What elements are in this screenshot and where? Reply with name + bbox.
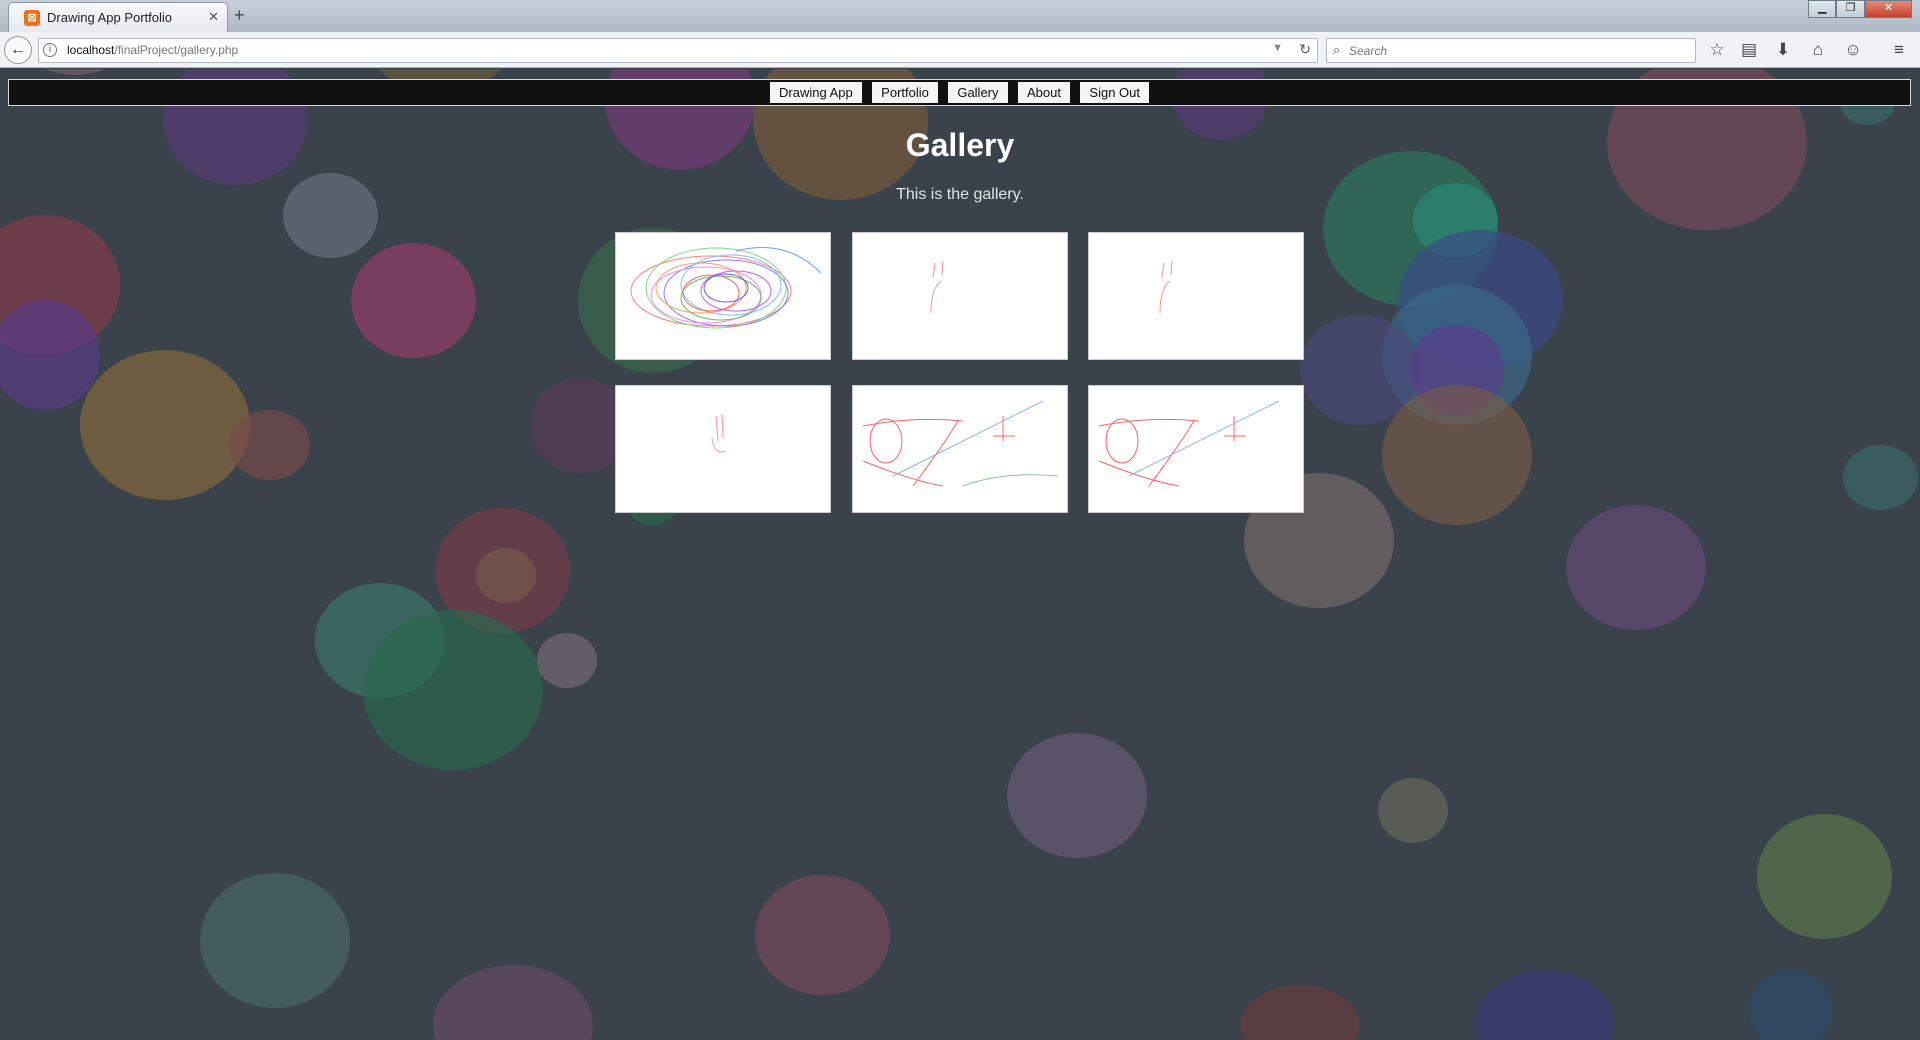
sketch-drawing [711,413,727,453]
browser-titlebar: ⊠ Drawing App Portfolio ✕ + ▁ ❐ ✕ [0,0,1920,32]
history-dropdown-icon[interactable]: ▼ [1272,42,1283,54]
new-tab-icon[interactable]: + [234,5,245,26]
url-bar[interactable]: i localhost/finalProject/gallery.php ▼ ↻ [38,38,1318,63]
background-bubble [350,242,476,358]
background-bubble [476,547,536,603]
background-bubble [1475,970,1615,1040]
nav-portfolio[interactable]: Portfolio [872,82,938,103]
restore-icon[interactable]: ❐ [1836,0,1865,18]
bookmark-star-icon[interactable]: ☆ [1706,40,1728,60]
gallery-thumbnail-2[interactable] [852,232,1068,360]
tab-title: Drawing App Portfolio [47,10,173,25]
menu-icon[interactable]: ≡ [1888,40,1910,60]
browser-tab[interactable]: ⊠ Drawing App Portfolio ✕ [8,2,228,32]
home-icon[interactable]: ⌂ [1807,40,1829,60]
page-intro: This is the gallery. [896,186,1024,203]
background-bubble [15,69,135,75]
background-bubble [1240,985,1360,1040]
background-bubble [754,875,890,995]
nav-gallery[interactable]: Gallery [948,82,1008,103]
sketch-drawing [930,260,944,314]
window-controls: ▁ ❐ ✕ [1808,0,1912,18]
url-host: localhost [67,43,115,57]
nav-sign-out[interactable]: Sign Out [1080,82,1149,103]
globe-icon: i [43,43,57,57]
search-icon: ⌕ [1333,42,1341,57]
background-bubble [1842,444,1918,510]
background-bubble [1378,777,1448,843]
scribble-drawing [630,247,822,329]
background-bubble [80,350,250,500]
background-bubble [433,965,593,1040]
gallery-thumbnail-4[interactable] [615,385,831,513]
background-bubble [200,872,350,1008]
browser-navbar: ← i localhost/finalProject/gallery.php ▼… [0,32,1920,68]
url-path: /finalProject/gallery.php [114,43,239,57]
background-bubble [0,300,100,410]
gallery-thumbnail-3[interactable] [1088,232,1304,360]
background-bubble [1382,385,1532,525]
back-icon[interactable]: ← [4,36,32,64]
background-bubble [537,632,597,688]
page-title: Gallery [905,127,1015,163]
fraction-drawing [862,400,1059,487]
gallery-thumbnail-1[interactable] [615,232,831,360]
background-bubble [1348,69,1418,70]
gallery-thumbnail-6[interactable] [1088,385,1304,513]
background-bubble [230,410,310,480]
search-input[interactable] [1349,42,1679,60]
reload-icon[interactable]: ↻ [1299,41,1311,58]
background-bubble [363,610,543,770]
bookmarks-menu-icon[interactable]: ▤ [1738,40,1760,60]
downloads-icon[interactable]: ⬇ [1772,40,1794,60]
background-bubble [1566,504,1706,630]
sketch-drawing [1159,260,1173,314]
xampp-favicon-icon: ⊠ [24,10,40,26]
site-nav: Drawing App Portfolio Gallery About Sign… [8,79,1911,106]
nav-drawing-app[interactable]: Drawing App [770,82,862,103]
background-bubble [1756,813,1892,939]
gallery-thumbnail-5[interactable] [852,385,1068,513]
background-bubble [1747,970,1833,1040]
url-text: localhost/finalProject/gallery.php [67,43,238,57]
background-bubble [1007,732,1147,858]
chat-icon[interactable]: ☺ [1842,40,1864,60]
close-tab-icon[interactable]: ✕ [208,9,219,25]
minimize-icon[interactable]: ▁ [1808,0,1837,18]
fraction-drawing [1098,400,1280,487]
page-viewport: Drawing App Portfolio Gallery About Sign… [0,69,1920,1040]
nav-about[interactable]: About [1017,82,1070,103]
search-bar[interactable]: ⌕ [1326,38,1696,63]
close-window-icon[interactable]: ✕ [1864,0,1912,18]
